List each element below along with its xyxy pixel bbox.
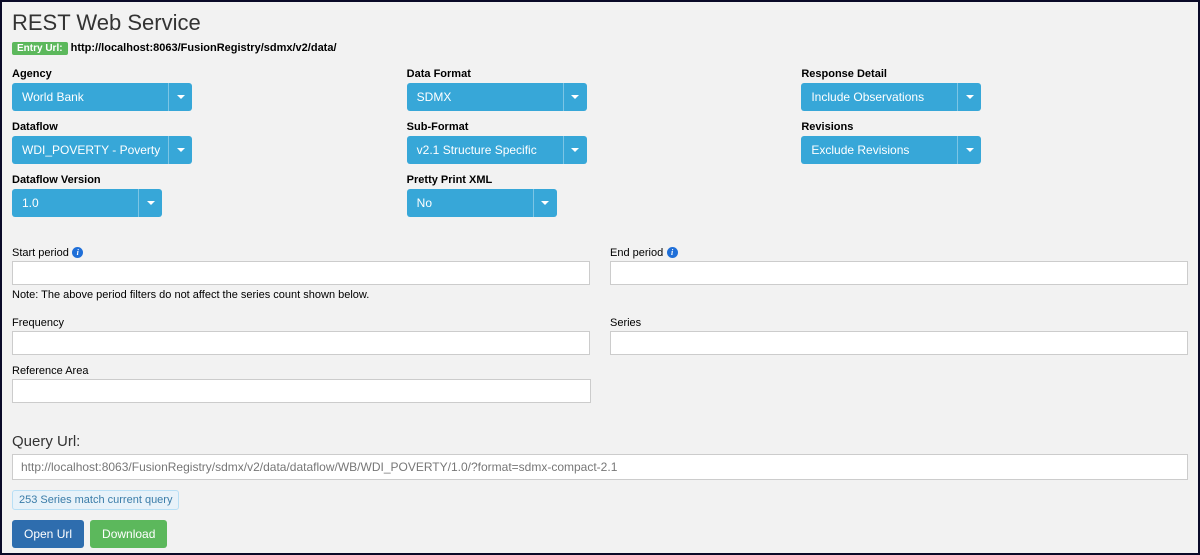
frequency-label: Frequency bbox=[12, 317, 64, 329]
detail-select[interactable]: Include Observations bbox=[801, 83, 957, 111]
revisions-caret[interactable] bbox=[957, 136, 981, 164]
dataflow-caret[interactable] bbox=[168, 136, 192, 164]
chevron-down-icon bbox=[571, 95, 579, 99]
frequency-input[interactable] bbox=[12, 331, 590, 355]
period-note: Note: The above period filters do not af… bbox=[12, 289, 1188, 301]
pretty-label: Pretty Print XML bbox=[407, 174, 794, 186]
pretty-select[interactable]: No bbox=[407, 189, 533, 217]
entry-url-text: http://localhost:8063/FusionRegistry/sdm… bbox=[71, 42, 337, 54]
entry-url-row: Entry Url: http://localhost:8063/FusionR… bbox=[12, 42, 1188, 54]
subformat-select[interactable]: v2.1 Structure Specific bbox=[407, 136, 563, 164]
start-period-label: Start period bbox=[12, 247, 69, 259]
page-title: REST Web Service bbox=[12, 10, 1188, 36]
revisions-label: Revisions bbox=[801, 121, 1188, 133]
chevron-down-icon bbox=[571, 148, 579, 152]
dataflow-select[interactable]: WDI_POVERTY - Poverty bbox=[12, 136, 168, 164]
series-input[interactable] bbox=[610, 331, 1188, 355]
chevron-down-icon bbox=[177, 95, 185, 99]
format-label: Data Format bbox=[407, 68, 794, 80]
agency-label: Agency bbox=[12, 68, 399, 80]
chevron-down-icon bbox=[966, 148, 974, 152]
query-url-input[interactable] bbox=[12, 454, 1188, 480]
agency-select[interactable]: World Bank bbox=[12, 83, 168, 111]
agency-caret[interactable] bbox=[168, 83, 192, 111]
version-select[interactable]: 1.0 bbox=[12, 189, 138, 217]
version-caret[interactable] bbox=[138, 189, 162, 217]
version-label: Dataflow Version bbox=[12, 174, 399, 186]
entry-url-badge: Entry Url: bbox=[12, 42, 68, 55]
info-icon[interactable]: i bbox=[667, 247, 678, 258]
series-count-badge: 253 Series match current query bbox=[12, 490, 179, 510]
refarea-label: Reference Area bbox=[12, 365, 88, 377]
refarea-input[interactable] bbox=[12, 379, 591, 403]
subformat-caret[interactable] bbox=[563, 136, 587, 164]
end-period-input[interactable] bbox=[610, 261, 1188, 285]
detail-caret[interactable] bbox=[957, 83, 981, 111]
query-url-label: Query Url: bbox=[12, 433, 1188, 450]
chevron-down-icon bbox=[147, 201, 155, 205]
open-url-button[interactable]: Open Url bbox=[12, 520, 84, 548]
subformat-label: Sub-Format bbox=[407, 121, 794, 133]
series-label: Series bbox=[610, 317, 641, 329]
end-period-label: End period bbox=[610, 247, 663, 259]
pretty-caret[interactable] bbox=[533, 189, 557, 217]
chevron-down-icon bbox=[966, 95, 974, 99]
dataflow-label: Dataflow bbox=[12, 121, 399, 133]
chevron-down-icon bbox=[541, 201, 549, 205]
download-button[interactable]: Download bbox=[90, 520, 167, 548]
start-period-input[interactable] bbox=[12, 261, 590, 285]
format-select[interactable]: SDMX bbox=[407, 83, 563, 111]
format-caret[interactable] bbox=[563, 83, 587, 111]
info-icon[interactable]: i bbox=[72, 247, 83, 258]
detail-label: Response Detail bbox=[801, 68, 1188, 80]
revisions-select[interactable]: Exclude Revisions bbox=[801, 136, 957, 164]
chevron-down-icon bbox=[177, 148, 185, 152]
